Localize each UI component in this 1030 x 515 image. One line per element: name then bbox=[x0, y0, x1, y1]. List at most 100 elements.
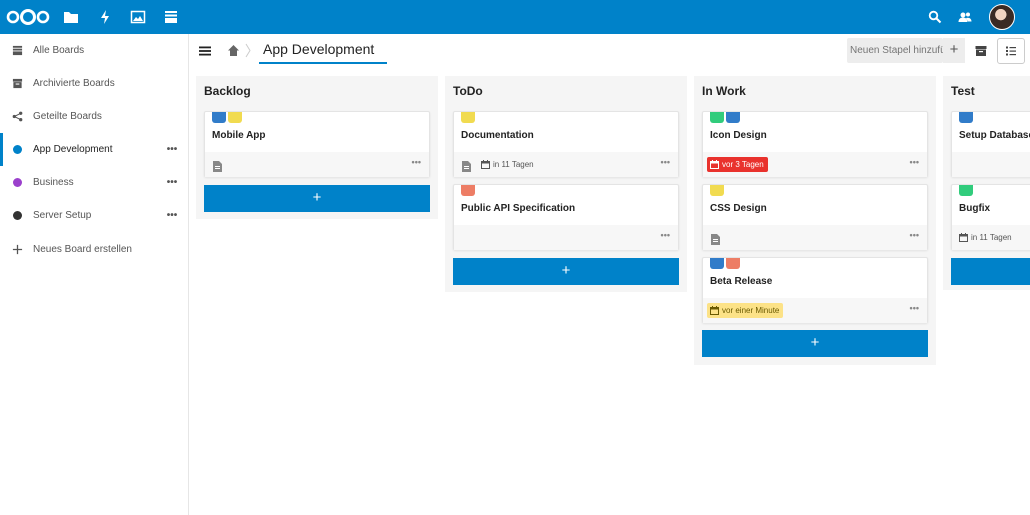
card-bugfix[interactable]: Bugfix in 11 Tagen bbox=[951, 184, 1030, 250]
user-avatar[interactable] bbox=[989, 4, 1015, 30]
contacts-icon[interactable] bbox=[958, 10, 972, 24]
card-beta-release[interactable]: Beta Release vor einer Minute ••• bbox=[702, 257, 928, 323]
card-public-api-specification[interactable]: Public API Specification ••• bbox=[453, 184, 679, 250]
board-menu-button[interactable]: ••• bbox=[165, 144, 179, 155]
sidebar-item-all-boards[interactable]: Alle Boards bbox=[0, 34, 188, 67]
sidebar-item-app-development[interactable]: App Development ••• bbox=[0, 133, 188, 166]
card-menu-button[interactable]: ••• bbox=[661, 157, 670, 167]
sidebar-item-shared-boards[interactable]: Geteilte Boards bbox=[0, 100, 188, 133]
add-card-button[interactable]: + bbox=[951, 258, 1030, 285]
deck-app-icon[interactable] bbox=[163, 9, 179, 25]
new-stack-input[interactable] bbox=[847, 38, 943, 63]
card-footer: ••• bbox=[703, 225, 927, 250]
card-labels bbox=[212, 112, 242, 123]
card-labels bbox=[710, 185, 724, 196]
breadcrumb-separator-icon bbox=[245, 43, 251, 58]
card-title: Public API Specification bbox=[461, 203, 576, 214]
label-blue bbox=[212, 112, 226, 123]
sidebar-item-archived-boards[interactable]: Archivierte Boards bbox=[0, 67, 188, 100]
due-date-badge-now: vor einer Minute bbox=[707, 303, 784, 318]
card-icon-design[interactable]: Icon Design vor 3 Tagen ••• bbox=[702, 111, 928, 177]
description-icon bbox=[213, 159, 222, 172]
description-icon bbox=[462, 159, 471, 172]
nextcloud-logo-icon[interactable] bbox=[5, 8, 51, 26]
sidebar-item-label: Archivierte Boards bbox=[33, 78, 115, 89]
toggle-details-button[interactable] bbox=[997, 38, 1025, 64]
card-footer: vor 3 Tagen ••• bbox=[703, 152, 927, 177]
board-menu-button[interactable]: ••• bbox=[165, 177, 179, 188]
card-labels bbox=[461, 185, 475, 196]
board-color-dot-icon bbox=[11, 144, 23, 156]
hamburger-menu-icon[interactable] bbox=[199, 44, 211, 56]
card-css-design[interactable]: CSS Design ••• bbox=[702, 184, 928, 250]
archive-icon bbox=[11, 78, 23, 90]
home-icon[interactable] bbox=[227, 44, 240, 57]
add-card-button[interactable]: + bbox=[453, 258, 679, 285]
card-footer: in 11 Tagen ••• bbox=[454, 152, 678, 177]
board-color-dot-icon bbox=[11, 210, 23, 222]
card-mobile-app[interactable]: Mobile App ••• bbox=[204, 111, 430, 177]
card-labels bbox=[959, 112, 973, 123]
sidebar-item-business[interactable]: Business ••• bbox=[0, 166, 188, 199]
label-yellow bbox=[710, 185, 724, 196]
gallery-app-icon[interactable] bbox=[130, 9, 146, 25]
board-title[interactable]: App Development bbox=[263, 41, 374, 57]
stack-test: Test Setup Database Bugfix in 11 Tagen + bbox=[943, 76, 1030, 290]
card-footer: vor einer Minute ••• bbox=[703, 298, 927, 323]
sidebar-item-new-board[interactable]: Neues Board erstellen bbox=[0, 233, 188, 266]
due-date-text: vor einer Minute bbox=[722, 306, 780, 315]
card-menu-button[interactable]: ••• bbox=[910, 157, 919, 167]
card-title: CSS Design bbox=[710, 203, 767, 214]
label-blue bbox=[710, 258, 724, 269]
card-labels bbox=[710, 112, 740, 123]
card-labels bbox=[461, 112, 475, 123]
add-card-button[interactable]: + bbox=[702, 330, 928, 357]
add-stack-button[interactable]: + bbox=[943, 38, 965, 63]
card-menu-button[interactable]: ••• bbox=[910, 303, 919, 313]
archive-icon bbox=[975, 45, 987, 57]
files-app-icon[interactable] bbox=[63, 9, 79, 25]
activity-app-icon[interactable] bbox=[97, 9, 113, 25]
stack-title[interactable]: Backlog bbox=[204, 84, 251, 98]
stack-title[interactable]: ToDo bbox=[453, 84, 483, 98]
calendar-icon bbox=[710, 160, 719, 169]
stack-backlog: Backlog Mobile App ••• + bbox=[196, 76, 438, 219]
due-date-text: in 11 Tagen bbox=[971, 233, 1012, 242]
card-documentation[interactable]: Documentation in 11 Tagen ••• bbox=[453, 111, 679, 177]
stack-todo: ToDo Documentation in 11 Tagen ••• Publi… bbox=[445, 76, 687, 292]
label-blue bbox=[726, 112, 740, 123]
add-card-button[interactable]: + bbox=[204, 185, 430, 212]
board-header: App Development + bbox=[189, 34, 1030, 68]
top-header bbox=[0, 0, 1030, 34]
stack-title[interactable]: In Work bbox=[702, 84, 746, 98]
calendar-icon bbox=[710, 306, 719, 315]
show-archived-button[interactable] bbox=[967, 38, 995, 64]
card-title: Setup Database bbox=[959, 130, 1030, 141]
card-footer: in 11 Tagen bbox=[952, 225, 1030, 250]
label-green bbox=[710, 112, 724, 123]
board-menu-button[interactable]: ••• bbox=[165, 210, 179, 221]
share-icon bbox=[11, 111, 23, 123]
card-title: Mobile App bbox=[212, 130, 266, 141]
card-labels bbox=[710, 258, 740, 269]
sidebar-item-label: Server Setup bbox=[33, 210, 92, 221]
label-yellow bbox=[228, 112, 242, 123]
calendar-icon bbox=[959, 233, 968, 242]
card-title: Beta Release bbox=[710, 276, 773, 287]
due-date-badge: in 11 Tagen bbox=[956, 230, 1016, 245]
search-icon[interactable] bbox=[928, 10, 942, 24]
card-setup-database[interactable]: Setup Database bbox=[951, 111, 1030, 177]
sidebar: Alle Boards Archivierte Boards Geteilte … bbox=[0, 34, 189, 515]
stack-title[interactable]: Test bbox=[951, 84, 975, 98]
card-menu-button[interactable]: ••• bbox=[661, 230, 670, 240]
card-title: Bugfix bbox=[959, 203, 991, 214]
card-menu-button[interactable]: ••• bbox=[910, 230, 919, 240]
due-date-text: in 11 Tagen bbox=[493, 160, 534, 169]
sidebar-item-server-setup[interactable]: Server Setup ••• bbox=[0, 199, 188, 232]
card-title: Icon Design bbox=[710, 130, 767, 141]
sidebar-item-label: Alle Boards bbox=[33, 45, 85, 56]
label-blue bbox=[959, 112, 973, 123]
due-date-badge-overdue: vor 3 Tagen bbox=[707, 157, 768, 172]
card-menu-button[interactable]: ••• bbox=[412, 157, 421, 167]
deck-icon bbox=[11, 45, 23, 57]
